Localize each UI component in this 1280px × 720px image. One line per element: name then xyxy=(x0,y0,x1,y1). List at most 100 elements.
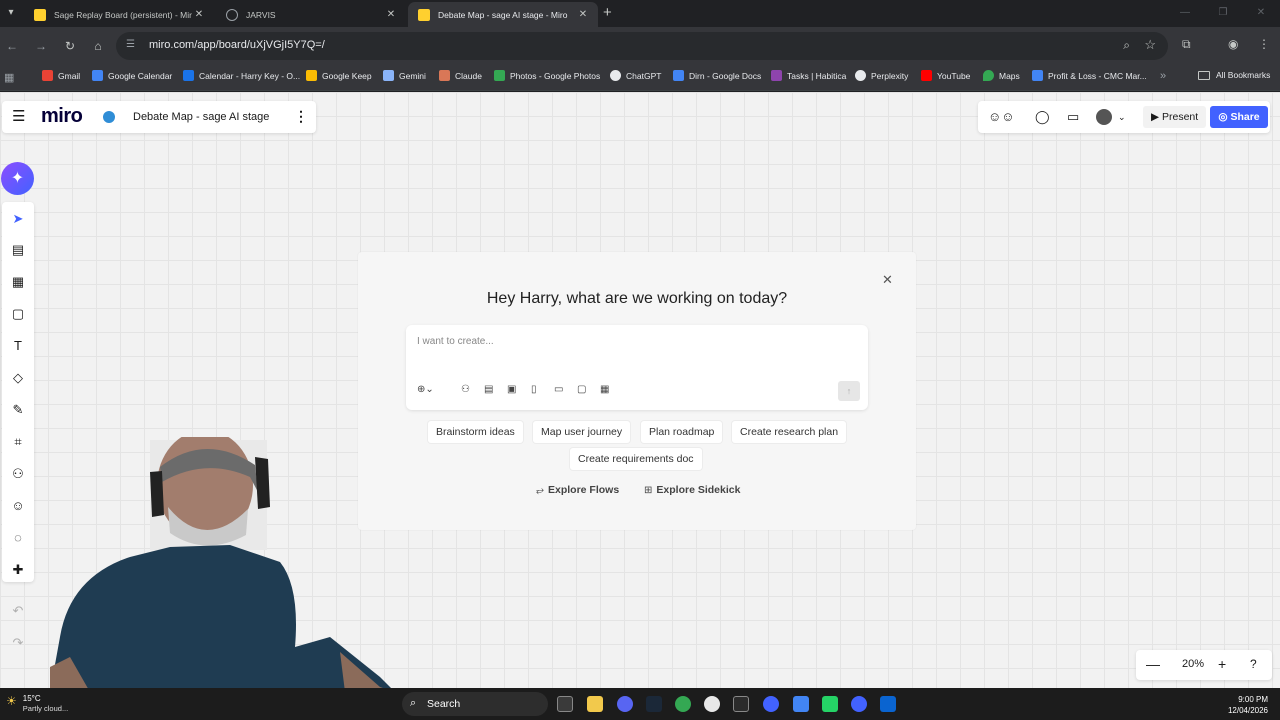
prompt-input[interactable] xyxy=(417,336,847,347)
minimize-button[interactable]: — xyxy=(1166,0,1204,27)
chrome-icon[interactable] xyxy=(675,696,691,712)
chip-requirements-doc[interactable]: Create requirements doc xyxy=(570,448,702,470)
bookmark-profit-loss[interactable]: Profit & Loss - CMC Mar... xyxy=(1032,70,1147,81)
bookmark-google-photos[interactable]: Photos - Google Photos xyxy=(494,70,600,81)
maximize-button[interactable]: ❐ xyxy=(1204,0,1242,27)
frame-icon[interactable]: ⌗ xyxy=(2,431,34,453)
task-view-icon[interactable] xyxy=(557,696,573,712)
table-icon[interactable]: ▦ xyxy=(600,384,609,395)
add-apps-icon[interactable]: ✚ xyxy=(2,559,34,581)
profile-icon[interactable]: ◉ xyxy=(1228,37,1238,51)
video-call-icon[interactable]: ▭ xyxy=(1067,109,1079,125)
language-icon[interactable]: ⊕⌄ xyxy=(417,384,434,395)
sticky-icon[interactable]: ▢ xyxy=(577,384,586,395)
board-visibility-icon[interactable] xyxy=(103,111,115,123)
close-icon[interactable]: ✕ xyxy=(384,9,398,20)
templates-icon[interactable]: ▦ xyxy=(2,271,34,293)
present-button[interactable]: ▶ Present xyxy=(1143,106,1207,128)
bookmark-claude[interactable]: Claude xyxy=(439,70,482,81)
redo-icon[interactable]: ↷ xyxy=(2,632,34,654)
create-doc-icon[interactable]: ▤ xyxy=(2,239,34,261)
zoom-in-button[interactable]: + xyxy=(1218,656,1226,672)
select-tool-icon[interactable]: ➤ xyxy=(2,208,34,230)
tab-sage-replay[interactable]: Sage Replay Board (persistent) - Miro ✕ xyxy=(24,2,214,27)
chevron-down-icon[interactable]: ⌄ xyxy=(1118,112,1126,123)
board-options-icon[interactable]: ⋮ xyxy=(294,108,308,125)
docs-icon[interactable] xyxy=(793,696,809,712)
bookmark-youtube[interactable]: YouTube xyxy=(921,70,970,81)
explore-flows-link[interactable]: ⥂ Explore Flows xyxy=(536,484,619,496)
tab-search-icon[interactable]: ▾ xyxy=(3,5,19,21)
extensions-icon[interactable]: ⧉ xyxy=(1182,37,1191,52)
app-icon[interactable] xyxy=(704,696,720,712)
app-icon[interactable] xyxy=(851,696,867,712)
close-icon[interactable]: ✕ xyxy=(576,9,590,20)
help-icon[interactable]: ? xyxy=(1250,657,1257,671)
undo-icon[interactable]: ↶ xyxy=(2,600,34,622)
send-button[interactable]: ↑ xyxy=(838,381,860,401)
bookmark-outlook-calendar[interactable]: Calendar - Harry Key - O... xyxy=(183,70,300,81)
bookmark-perplexity[interactable]: Perplexity xyxy=(855,70,908,81)
discord-icon[interactable] xyxy=(617,696,633,712)
ai-sidekick-icon[interactable]: ✦ xyxy=(1,162,34,195)
bookmark-habitica[interactable]: Tasks | Habitica xyxy=(771,70,846,81)
main-menu-icon[interactable]: ☰ xyxy=(12,109,25,125)
miro-logo[interactable]: miro xyxy=(41,105,83,128)
address-bar[interactable]: ☰ miro.com/app/board/uXjVGjI5Y7Q=/ ⌕ ☆ xyxy=(116,32,1168,60)
text-tool-icon[interactable]: T xyxy=(2,335,34,357)
tab-debate-map[interactable]: Debate Map - sage AI stage - Miro ✕ xyxy=(408,2,598,27)
zoom-icon[interactable]: ⌕ xyxy=(1123,38,1130,53)
bookmark-google-calendar[interactable]: Google Calendar xyxy=(92,70,172,81)
forward-button[interactable]: → xyxy=(32,37,50,55)
zoom-level[interactable]: 20% xyxy=(1178,658,1208,670)
chat-icon[interactable]: ◯ xyxy=(1035,109,1050,125)
bookmark-google-docs[interactable]: Dirn - Google Docs xyxy=(673,70,761,81)
whatsapp-icon[interactable] xyxy=(822,696,838,712)
outlook-icon[interactable] xyxy=(880,696,896,712)
explore-sidekick-link[interactable]: ⊞ Explore Sidekick xyxy=(644,484,740,496)
share-button[interactable]: ◎ Share xyxy=(1210,106,1268,128)
chip-user-journey[interactable]: Map user journey xyxy=(533,421,631,443)
bookmark-google-keep[interactable]: Google Keep xyxy=(306,70,372,81)
close-window-button[interactable]: ✕ xyxy=(1242,0,1280,27)
bookmark-gemini[interactable]: Gemini xyxy=(383,70,426,81)
close-icon[interactable]: ✕ xyxy=(192,9,206,20)
emoji-icon[interactable]: ☺ xyxy=(2,495,34,517)
image-icon[interactable]: ▣ xyxy=(507,384,516,395)
zoom-out-button[interactable]: — xyxy=(1146,656,1160,672)
steam-icon[interactable] xyxy=(646,696,662,712)
close-icon[interactable]: ✕ xyxy=(882,272,893,288)
back-button[interactable]: ← xyxy=(3,37,21,55)
tab-jarvis[interactable]: JARVIS ✕ xyxy=(216,2,406,27)
menu-icon[interactable]: ⋮ xyxy=(1258,37,1270,51)
site-info-icon[interactable]: ☰ xyxy=(126,39,135,50)
reload-button[interactable]: ↻ xyxy=(61,37,79,55)
apps-icon[interactable]: ▦ xyxy=(4,71,14,84)
mobile-icon[interactable]: ▯ xyxy=(531,384,537,395)
terminal-icon[interactable] xyxy=(733,696,749,712)
shapes-icon[interactable]: ◇ xyxy=(2,367,34,389)
weather-widget[interactable]: ☀ 15°C Partly cloud... xyxy=(6,694,68,714)
comment-icon[interactable]: ◌ xyxy=(2,527,34,549)
chip-research-plan[interactable]: Create research plan xyxy=(732,421,847,443)
board-title[interactable]: Debate Map - sage AI stage xyxy=(133,111,269,123)
taskbar-search[interactable]: ⌕ Search xyxy=(402,692,548,716)
reactions-icon[interactable]: ☺☺ xyxy=(988,109,1015,124)
system-clock[interactable]: 9:00 PM 12/04/2026 xyxy=(1228,694,1268,716)
doc-icon[interactable]: ▤ xyxy=(484,384,493,395)
avatar[interactable] xyxy=(1096,109,1112,125)
bookmark-maps[interactable]: Maps xyxy=(983,70,1020,81)
new-tab-button[interactable]: + xyxy=(603,4,612,21)
file-explorer-icon[interactable] xyxy=(587,696,603,712)
more-bookmarks-icon[interactable]: » xyxy=(1160,70,1166,82)
bookmark-chatgpt[interactable]: ChatGPT xyxy=(610,70,661,81)
pen-icon[interactable]: ✎ xyxy=(2,399,34,421)
chip-roadmap[interactable]: Plan roadmap xyxy=(641,421,723,443)
diagram-icon[interactable]: ⚇ xyxy=(461,384,470,395)
bookmark-star-icon[interactable]: ☆ xyxy=(1144,37,1156,53)
app-icon[interactable] xyxy=(763,696,779,712)
sticky-note-icon[interactable]: ▢ xyxy=(2,303,34,325)
chip-brainstorm[interactable]: Brainstorm ideas xyxy=(428,421,523,443)
slides-icon[interactable]: ▭ xyxy=(554,384,563,395)
home-button[interactable]: ⌂ xyxy=(89,37,107,55)
